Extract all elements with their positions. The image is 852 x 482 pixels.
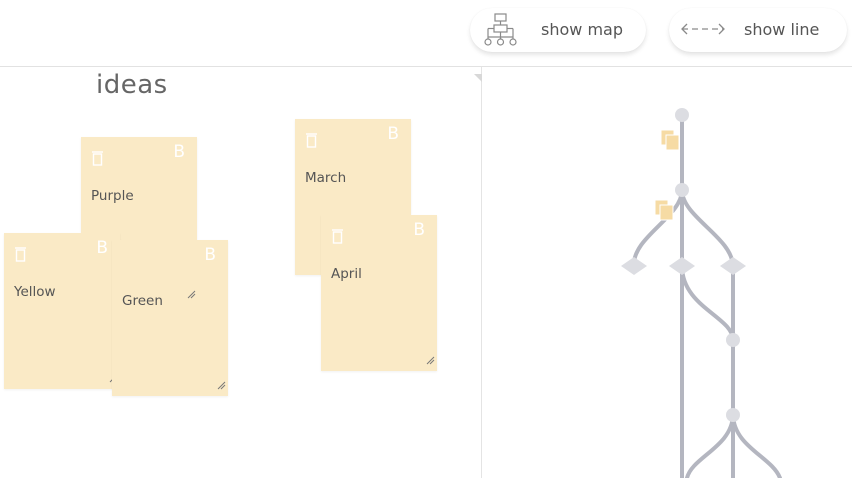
note-yellow[interactable]: B Yellow	[4, 233, 120, 389]
timeline-panel	[482, 67, 852, 480]
bold-icon[interactable]: B	[413, 220, 425, 240]
show-line-button[interactable]: show line	[669, 8, 847, 52]
dashed-double-arrow-icon	[680, 21, 726, 41]
timeline-node[interactable]	[726, 333, 740, 347]
note-april[interactable]: B April	[321, 215, 437, 371]
note-label[interactable]: Yellow	[14, 284, 56, 300]
resize-handle-icon[interactable]	[426, 350, 435, 369]
note-label[interactable]: April	[331, 266, 362, 282]
timeline-node[interactable]	[675, 183, 689, 197]
timeline-diamond-node[interactable]	[720, 257, 746, 275]
note-label[interactable]: Purple	[91, 188, 134, 204]
bold-icon[interactable]: B	[96, 238, 108, 258]
branch-graph	[621, 108, 782, 480]
lower-right-branch-line	[731, 413, 782, 480]
trash-icon[interactable]	[14, 246, 27, 266]
merge-branch-line	[680, 264, 735, 342]
board-corner-marker	[474, 67, 482, 86]
trash-icon[interactable]	[91, 150, 104, 170]
note-label[interactable]: March	[305, 170, 346, 186]
show-map-button[interactable]: show map	[470, 8, 646, 52]
bold-icon[interactable]: B	[173, 142, 185, 162]
bold-icon[interactable]: B	[204, 245, 216, 265]
notes-stack-icon[interactable]	[654, 199, 674, 221]
note-label[interactable]: Green	[122, 293, 163, 309]
resize-handle-icon[interactable]	[217, 375, 226, 394]
flowchart-icon	[482, 12, 520, 54]
show-map-label: show map	[541, 20, 623, 39]
trash-icon[interactable]	[305, 132, 318, 152]
lower-left-branch-line	[685, 413, 735, 480]
resize-handle-icon[interactable]	[187, 284, 196, 303]
notes-stack-icon[interactable]	[660, 129, 680, 151]
show-line-label: show line	[744, 20, 820, 39]
timeline-diamond-node[interactable]	[669, 257, 695, 275]
timeline-node[interactable]	[675, 108, 689, 122]
note-green[interactable]: B Green	[112, 240, 228, 396]
trash-icon[interactable]	[331, 228, 344, 248]
timeline-node[interactable]	[726, 408, 740, 422]
timeline-diamond-node[interactable]	[621, 257, 647, 275]
board-title: ideas	[96, 70, 168, 100]
toolbar: show map show line	[0, 0, 852, 66]
bold-icon[interactable]: B	[387, 124, 399, 144]
